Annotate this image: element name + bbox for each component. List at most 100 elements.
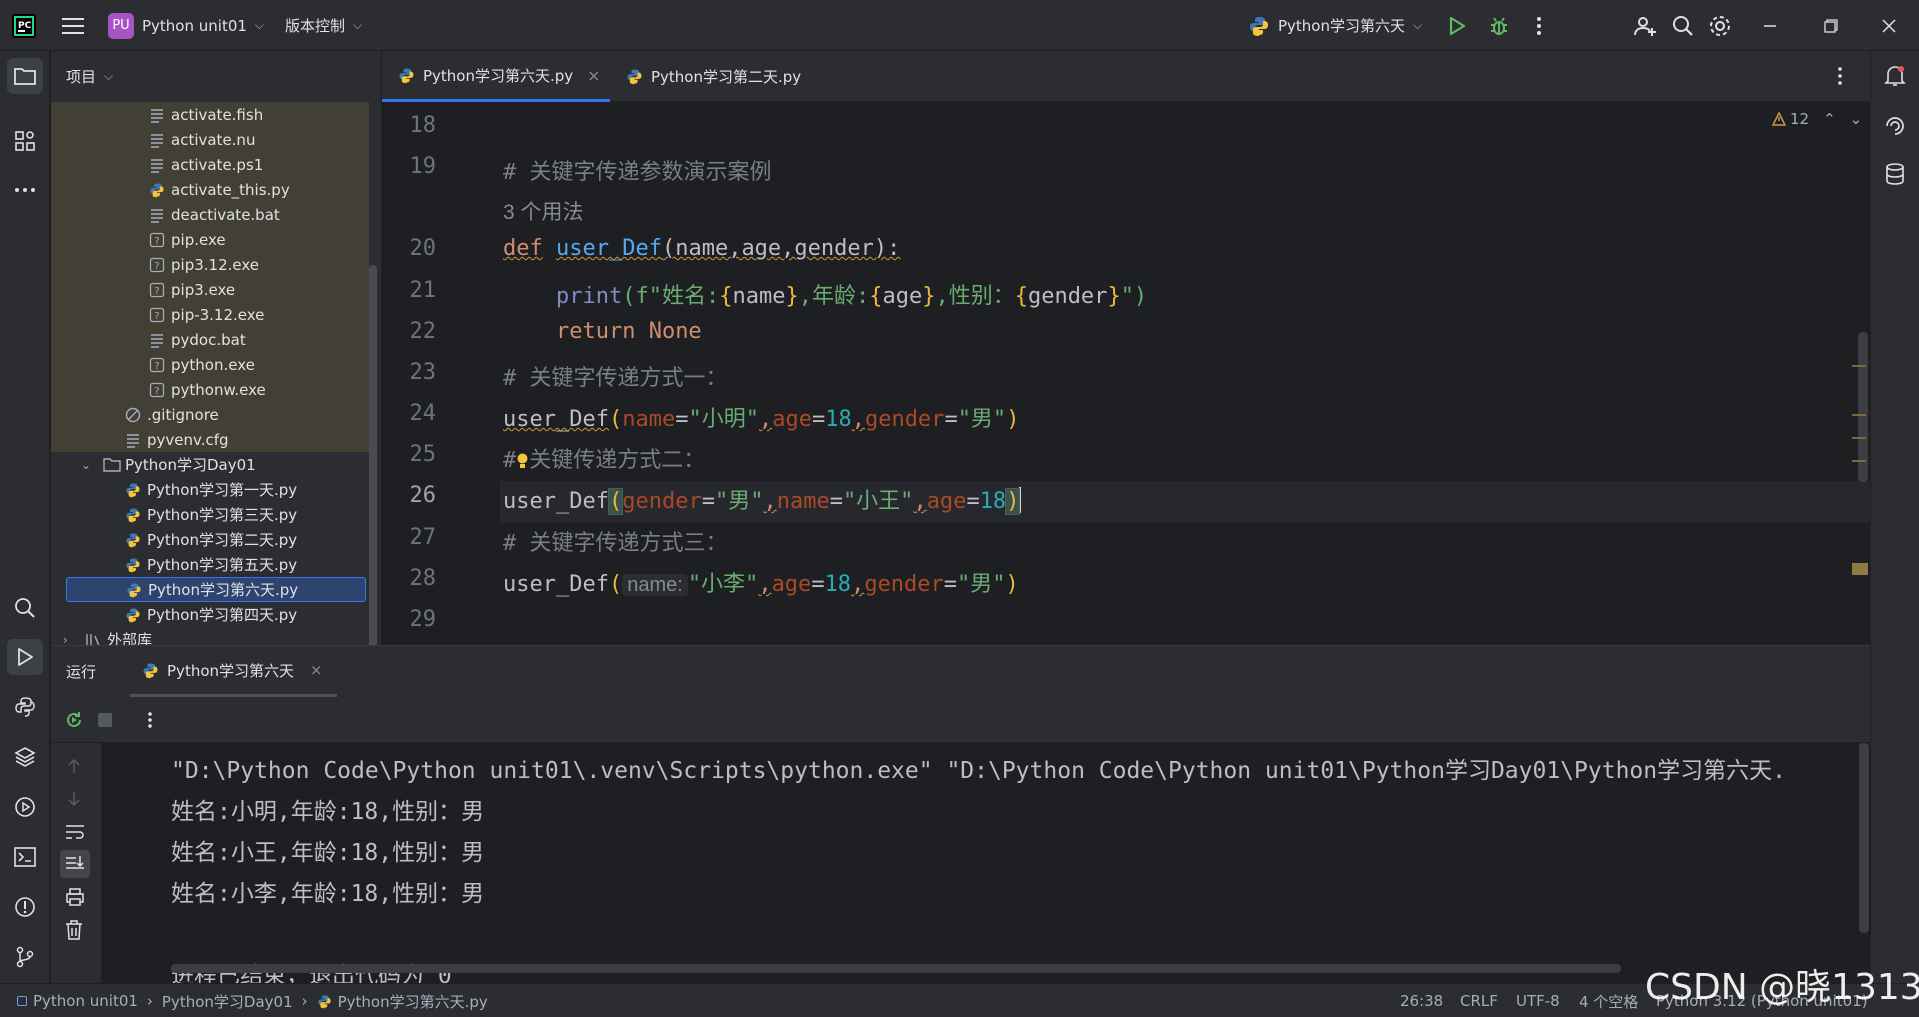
run-config-selector[interactable]: Python学习第六天 ⌵ <box>1248 0 1422 51</box>
run-tab[interactable]: Python学习第六天 × <box>130 646 337 697</box>
tree-item[interactable]: ? pip3.12.exe <box>51 252 369 277</box>
tree-item[interactable]: ? pip3.exe <box>51 277 369 302</box>
run-icon[interactable] <box>7 639 43 675</box>
run-button[interactable] <box>1447 0 1467 51</box>
breadcrumb-project[interactable]: Python unit01 <box>33 992 138 1010</box>
tree-folder[interactable]: ⌄ Python学习Day01 <box>51 452 369 477</box>
soft-wrap-icon[interactable] <box>65 823 85 841</box>
text-file-icon <box>149 132 165 148</box>
stop-icon[interactable] <box>97 712 113 728</box>
debug-button[interactable] <box>1488 0 1510 51</box>
tab-python-day2[interactable]: Python学习第二天.py <box>610 51 820 102</box>
scroll-to-end-button[interactable] <box>60 850 90 878</box>
indent-setting[interactable]: 4 个空格 <box>1579 984 1638 1017</box>
tree-item[interactable]: .gitignore <box>51 402 369 427</box>
inspection-widget[interactable]: 12 ⌃ ⌄ <box>1772 110 1862 128</box>
minimize-icon[interactable] <box>1763 0 1777 51</box>
kwarg: age <box>771 572 812 597</box>
git-icon[interactable] <box>7 939 43 975</box>
console-vertical-scrollbar[interactable] <box>1859 743 1869 933</box>
structure-icon[interactable] <box>7 123 43 159</box>
warning-stripe[interactable] <box>1852 365 1866 367</box>
project-switcher[interactable]: PU Python unit01 ⌵ <box>108 0 264 51</box>
lightbulb-icon[interactable] <box>516 452 529 469</box>
search-everywhere-icon[interactable] <box>1672 0 1694 51</box>
usage-hint[interactable]: 3 个用法 <box>503 196 584 226</box>
tree-item[interactable]: activate.ps1 <box>51 152 369 177</box>
tree-item[interactable]: activate.fish <box>51 102 369 127</box>
print-icon[interactable] <box>65 888 85 906</box>
warning-stripe[interactable] <box>1852 460 1866 462</box>
more-tools-icon[interactable] <box>7 172 43 208</box>
file-encoding[interactable]: UTF-8 <box>1516 984 1560 1017</box>
tree-item-label: deactivate.bat <box>171 205 280 224</box>
arrow-up-icon[interactable] <box>65 757 83 775</box>
trash-icon[interactable] <box>65 920 83 940</box>
project-icon[interactable] <box>7 58 43 94</box>
tree-item[interactable]: › 外部库 <box>51 627 369 645</box>
close-window-icon[interactable] <box>1882 0 1896 51</box>
chevron-down-icon[interactable]: ⌄ <box>81 458 95 472</box>
close-tab-icon[interactable]: × <box>310 661 323 679</box>
tree-item[interactable]: ? pip.exe <box>51 227 369 252</box>
tree-item[interactable]: Python学习第三天.py <box>51 502 369 527</box>
tree-item[interactable]: ? pip-3.12.exe <box>51 302 369 327</box>
console-output[interactable]: "D:\Python Code\Python unit01\.venv\Scri… <box>101 743 1870 984</box>
warning-stripe[interactable] <box>1852 437 1866 439</box>
kwarg: age <box>772 407 812 432</box>
tree-item[interactable]: pyvenv.cfg <box>51 427 369 452</box>
layers-icon[interactable] <box>7 739 43 775</box>
more-actions-icon[interactable] <box>1536 0 1542 51</box>
tree-item[interactable]: ? pythonw.exe <box>51 377 369 402</box>
add-user-icon[interactable] <box>1633 0 1657 51</box>
chevron-down-icon[interactable]: ⌄ <box>1850 110 1863 128</box>
tree-item[interactable]: activate.nu <box>51 127 369 152</box>
tree-item[interactable]: pydoc.bat <box>51 327 369 352</box>
rerun-icon[interactable] <box>63 709 85 731</box>
tree-item[interactable]: ? python.exe <box>51 352 369 377</box>
close-tab-icon[interactable]: × <box>587 66 600 85</box>
more-actions-icon[interactable] <box>147 709 153 731</box>
tree-item[interactable]: Python学习第五天.py <box>51 552 369 577</box>
tree-item[interactable]: Python学习第一天.py <box>51 477 369 502</box>
vcs-menu[interactable]: 版本控制 ⌵ <box>285 0 362 51</box>
terminal-icon[interactable] <box>7 839 43 875</box>
python-console-icon[interactable] <box>7 689 43 725</box>
project-panel-header[interactable]: 项目 ⌵ <box>51 51 381 102</box>
restore-icon[interactable] <box>1824 0 1838 51</box>
code-editor[interactable]: 18 19 20 21 22 23 24 25 26 27 28 29 12 ⌃ ⌄ # 关键字传递参… <box>382 102 1870 645</box>
pycharm-logo-icon[interactable]: PC <box>11 0 37 51</box>
breadcrumb-file[interactable]: Python学习第六天.py <box>338 991 488 1012</box>
arrow-down-icon[interactable] <box>65 790 83 808</box>
console-horizontal-scrollbar[interactable] <box>171 964 1621 973</box>
settings-gear-icon[interactable] <box>1708 0 1732 51</box>
notifications-bell-icon[interactable] <box>1877 58 1913 94</box>
project-tree-scrollbar[interactable] <box>369 265 377 655</box>
params: (name,age,gender): <box>661 236 901 261</box>
tab-python-day6[interactable]: Python学习第六天.py × <box>382 51 610 102</box>
svg-text:?: ? <box>154 311 159 322</box>
chevron-right-icon[interactable]: › <box>63 633 77 646</box>
ai-assistant-icon[interactable] <box>1877 107 1913 143</box>
services-icon[interactable] <box>7 789 43 825</box>
database-icon[interactable] <box>1877 156 1913 192</box>
left-tool-window-bar <box>0 51 50 983</box>
main-menu-icon[interactable] <box>62 0 84 51</box>
chevron-up-icon[interactable]: ⌃ <box>1823 110 1836 128</box>
problems-icon[interactable] <box>7 889 43 925</box>
breadcrumb-folder[interactable]: Python学习Day01 <box>162 991 293 1012</box>
chevron-down-icon: ⌵ <box>1413 18 1423 32</box>
line-separator[interactable]: CRLF <box>1460 984 1498 1017</box>
search-icon[interactable] <box>7 590 43 626</box>
breadcrumb: Python unit01 › Python学习Day01 › Python学习… <box>17 984 488 1017</box>
tab-options-icon[interactable] <box>1837 65 1843 87</box>
tree-item[interactable]: Python学习第四天.py <box>51 602 369 627</box>
kwarg: name <box>776 489 830 514</box>
tree-item-label: pip3.exe <box>171 280 236 299</box>
tree-item[interactable]: Python学习第六天.py <box>51 577 369 602</box>
tree-item[interactable]: activate_this.py <box>51 177 369 202</box>
tree-item[interactable]: deactivate.bat <box>51 202 369 227</box>
caret-position[interactable]: 26:38 <box>1400 984 1443 1017</box>
tree-item[interactable]: Python学习第二天.py <box>51 527 369 552</box>
warning-stripe[interactable] <box>1852 414 1866 416</box>
